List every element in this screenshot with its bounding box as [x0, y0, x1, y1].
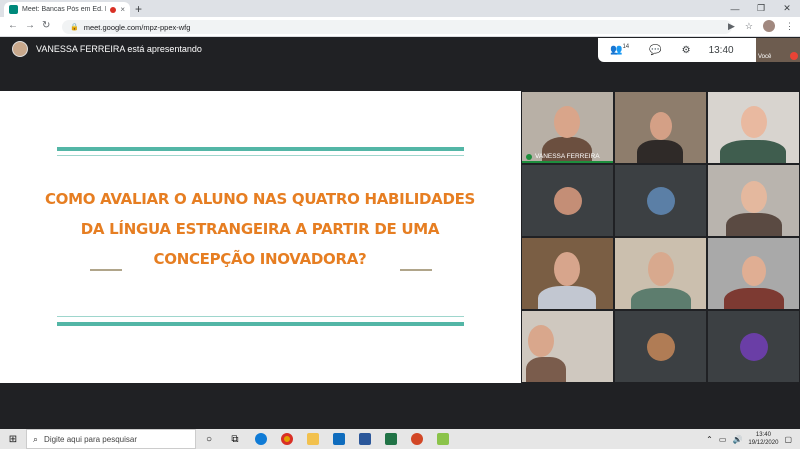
- slide-dash-left: [90, 269, 122, 271]
- browser-tab[interactable]: Meet: Bancas Pós em Ed. In ×: [4, 2, 130, 17]
- search-icon: ⌕: [33, 433, 39, 444]
- menu-dots-icon[interactable]: ⋮: [785, 21, 794, 32]
- windows-taskbar: ⊞ ⌕ Digite aqui para pesquisar ○ ⧉: [0, 429, 800, 449]
- participant-tile[interactable]: [614, 164, 707, 237]
- participant-count: 14: [622, 44, 630, 51]
- lock-icon: 🔒: [70, 24, 79, 31]
- cortana-icon[interactable]: ○: [196, 429, 222, 449]
- new-tab-button[interactable]: +: [135, 2, 142, 16]
- participant-grid: VANESSA FERREIRA: [521, 91, 800, 383]
- slide-line-1: COMO AVALIAR O ALUNO NAS QUATRO HABILIDA…: [44, 190, 476, 208]
- participant-avatar: [553, 186, 582, 215]
- notification-badge: [790, 52, 798, 60]
- participant-tile[interactable]: [521, 310, 614, 383]
- address-bar: ← → ↻ 🔒 meet.google.com/mpz-ppex-wfg ▶ ☆…: [0, 17, 800, 37]
- participant-avatar: [739, 332, 768, 361]
- paint-icon[interactable]: [430, 429, 456, 449]
- participant-name-label: VANESSA FERREIRA: [526, 153, 600, 160]
- participant-tile[interactable]: [707, 310, 800, 383]
- people-icon: 👥: [610, 44, 623, 56]
- forward-button[interactable]: →: [25, 20, 35, 31]
- participant-tile[interactable]: [707, 237, 800, 310]
- self-label: Você: [758, 54, 772, 60]
- slide-dash-right: [400, 269, 432, 271]
- reload-button[interactable]: ↻: [42, 20, 50, 31]
- system-tray: ⌃ ▭ 🔊 13:40 19/12/2020 ▢: [706, 429, 792, 449]
- tab-close-button[interactable]: ×: [120, 5, 125, 14]
- presenter-banner: VANESSA FERREIRA está apresentando: [12, 41, 202, 57]
- participant-avatar: [646, 332, 675, 361]
- presenter-text: VANESSA FERREIRA está apresentando: [36, 44, 202, 54]
- people-button[interactable]: 👥14: [610, 44, 629, 55]
- presentation-slide: COMO AVALIAR O ALUNO NAS QUATRO HABILIDA…: [0, 91, 521, 383]
- slide-title: COMO AVALIAR O ALUNO NAS QUATRO HABILIDA…: [40, 184, 480, 274]
- taskbar-search[interactable]: ⌕ Digite aqui para pesquisar: [26, 429, 196, 449]
- url-text[interactable]: meet.google.com/mpz-ppex-wfg: [84, 23, 191, 32]
- slide-bottom-rule: [57, 322, 464, 326]
- meet-favicon-icon: [9, 5, 18, 14]
- participant-tile[interactable]: [614, 91, 707, 164]
- presenter-avatar: [12, 41, 28, 57]
- mail-icon[interactable]: [326, 429, 352, 449]
- participant-tile[interactable]: [707, 91, 800, 164]
- bookmark-star-icon[interactable]: ☆: [745, 21, 753, 32]
- maximize-button[interactable]: ❐: [748, 0, 774, 17]
- chrome-icon[interactable]: [274, 429, 300, 449]
- taskbar-time: 13:40: [755, 432, 771, 438]
- network-icon[interactable]: ▭: [719, 435, 727, 444]
- participant-tile[interactable]: [614, 310, 707, 383]
- participant-tile[interactable]: [707, 164, 800, 237]
- word-icon[interactable]: [352, 429, 378, 449]
- close-window-button[interactable]: ✕: [774, 0, 800, 17]
- mic-active-icon: [526, 153, 532, 160]
- camera-icon[interactable]: ▶: [728, 21, 735, 32]
- file-explorer-icon[interactable]: [300, 429, 326, 449]
- notifications-icon[interactable]: ▢: [784, 435, 792, 444]
- meeting-time: 13:40: [708, 44, 734, 56]
- volume-icon[interactable]: 🔊: [732, 435, 742, 444]
- window-controls: — ❐ ✕: [722, 0, 800, 17]
- slide-top-rule-thin: [57, 155, 464, 156]
- participant-tile[interactable]: [521, 237, 614, 310]
- recording-icon: [110, 6, 117, 13]
- taskbar-search-placeholder: Digite aqui para pesquisar: [44, 434, 137, 444]
- participant-avatar: [646, 186, 675, 215]
- excel-icon[interactable]: [378, 429, 404, 449]
- activities-icon[interactable]: ⚙: [682, 45, 691, 56]
- chat-icon[interactable]: 💬: [649, 45, 661, 56]
- minimize-button[interactable]: —: [722, 0, 748, 17]
- self-view[interactable]: Você: [756, 38, 800, 62]
- profile-avatar[interactable]: [763, 20, 775, 32]
- slide-line-2: DA LÍNGUA ESTRANGEIRA A PARTIR DE UMA: [80, 220, 440, 238]
- back-button[interactable]: ←: [8, 20, 18, 31]
- edge-icon[interactable]: [248, 429, 274, 449]
- participant-tile[interactable]: [614, 237, 707, 310]
- omnibox[interactable]: 🔒 meet.google.com/mpz-ppex-wfg: [62, 20, 732, 34]
- meet-bottom-bar: [0, 383, 800, 429]
- chevron-up-icon[interactable]: ⌃: [706, 435, 713, 444]
- participant-tile[interactable]: [521, 164, 614, 237]
- tab-title: Meet: Bancas Pós em Ed. In: [22, 6, 107, 13]
- browser-tab-bar: Meet: Bancas Pós em Ed. In × + — ❐ ✕: [0, 0, 800, 17]
- task-view-icon[interactable]: ⧉: [222, 429, 248, 449]
- windows-start-icon[interactable]: ⊞: [0, 429, 26, 449]
- address-bar-actions: ▶ ☆ ⋮: [728, 20, 794, 32]
- powerpoint-icon[interactable]: [404, 429, 430, 449]
- participant-tile[interactable]: VANESSA FERREIRA: [521, 91, 614, 164]
- taskbar-date: 19/12/2020: [748, 440, 779, 446]
- slide-bottom-rule-thin: [57, 316, 464, 317]
- slide-top-rule: [57, 147, 464, 151]
- speaking-indicator: [522, 161, 613, 163]
- taskbar-clock[interactable]: 13:40 19/12/2020: [748, 431, 778, 447]
